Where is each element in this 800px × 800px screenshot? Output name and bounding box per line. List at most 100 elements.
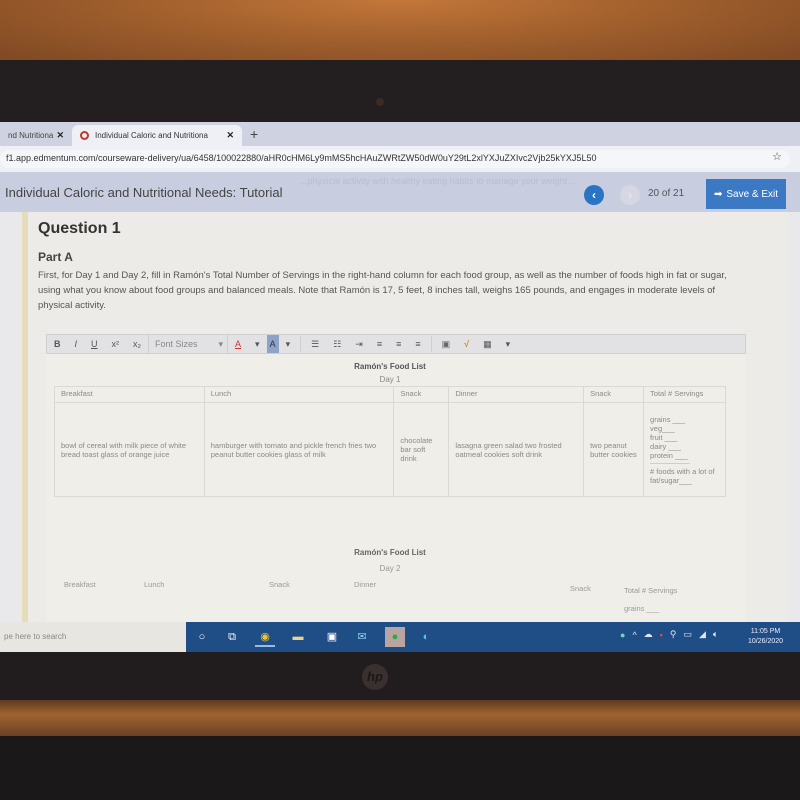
system-clock[interactable]: 11:05 PM 10/26/2020	[748, 627, 783, 647]
totals-divider	[650, 462, 691, 464]
bold-button[interactable]: B	[47, 335, 68, 353]
system-tray: ● ^ ☁ ▪ ⚲ ▭ ◢ 🔈︎	[620, 629, 718, 640]
photo-scene: nd Nutritiona ✕ Individual Caloric and N…	[0, 0, 800, 800]
header-snack-2: Snack	[583, 386, 645, 403]
insert-image-icon[interactable]: ▣	[435, 335, 458, 353]
italic-button[interactable]: I	[68, 335, 85, 353]
url-input[interactable]: f1.app.edmentum.com/courseware-delivery/…	[0, 150, 790, 168]
part-label: Part A	[38, 250, 73, 264]
mail-icon[interactable]: ✉	[352, 627, 372, 647]
hp-logo: hp	[362, 664, 388, 690]
day2-header-lunch: Lunch	[144, 580, 165, 589]
chrome-icon[interactable]: ◉	[255, 627, 275, 647]
browser-tab-bar: nd Nutritiona ✕ Individual Caloric and N…	[0, 122, 800, 146]
answer-editor[interactable]: Ramón's Food List Day 1 Breakfast Lunch …	[46, 354, 746, 652]
header-total-servings: Total # Servings	[643, 386, 726, 403]
spotify-icon[interactable]: ●	[385, 627, 405, 647]
chevron-down-icon[interactable]: ▾	[279, 335, 298, 353]
volume-icon[interactable]: 🔈︎	[713, 629, 718, 640]
chevron-down-icon: ▾	[218, 339, 224, 349]
day2-header-snack: Snack	[269, 580, 290, 589]
tab-individual-caloric[interactable]: Individual Caloric and Nutritiona ✕	[72, 125, 242, 146]
wifi-icon[interactable]: ◢	[699, 629, 706, 640]
clock-time: 11:05 PM	[750, 628, 781, 635]
laptop-bezel-bottom	[0, 652, 800, 702]
align-left-icon[interactable]: ≡	[370, 335, 389, 353]
header-ghost-text: ...physical activity with healthy eating…	[300, 176, 575, 186]
day2-label: Day 2	[379, 564, 401, 573]
tab-label: Individual Caloric and Nutritiona	[95, 131, 208, 140]
font-color-button[interactable]: A	[228, 335, 248, 353]
math-equation-icon[interactable]: √	[457, 335, 476, 353]
editor-toolbar: B I U x² x₂ Font Sizes ▾ A ▾ A ▾ ☰ ☷ ⇥ ≡…	[46, 334, 746, 354]
task-view-icon[interactable]: ⧉	[222, 627, 242, 647]
grains-blank[interactable]: grains ___	[650, 415, 719, 424]
notification-app-icon[interactable]: ▪	[660, 630, 663, 640]
underline-button[interactable]: U	[84, 335, 105, 353]
day1-label: Day 1	[379, 375, 401, 384]
page-current: 20	[648, 188, 660, 199]
side-strip	[22, 212, 28, 652]
snack-2-cell[interactable]: two peanut butter cookies	[583, 402, 645, 497]
previous-page-button[interactable]: ‹	[584, 185, 604, 205]
breakfast-cell[interactable]: bowl of cereal with milk piece of white …	[54, 402, 205, 497]
align-right-icon[interactable]: ≡	[408, 335, 427, 353]
bookmark-star-icon[interactable]: ☆	[772, 150, 782, 163]
bulleted-list-icon[interactable]: ☰	[304, 335, 326, 353]
header-snack: Snack	[393, 386, 450, 403]
toolbar-divider	[430, 336, 432, 352]
fruit-blank[interactable]: fruit ___	[650, 433, 719, 442]
font-size-select[interactable]: Font Sizes ▾	[148, 335, 229, 353]
total-servings-cell[interactable]: grains ___ veg___ fruit ___ dairy ___ pr…	[643, 402, 726, 497]
fat-sugar-blank[interactable]: # foods with a lot of fat/sugar___	[650, 467, 719, 485]
protein-blank[interactable]: protein ___	[650, 451, 719, 460]
next-page-button[interactable]: ›	[620, 185, 640, 205]
day1-meal-row: bowl of cereal with milk piece of white …	[54, 402, 726, 497]
exit-icon: ➡	[713, 188, 723, 200]
chevron-up-icon[interactable]: ^	[632, 630, 636, 640]
laptop-bezel-top	[0, 60, 800, 122]
font-size-label: Font Sizes	[155, 339, 198, 349]
header-dinner: Dinner	[448, 386, 585, 403]
file-explorer-icon[interactable]: ▬	[288, 627, 308, 647]
indent-icon[interactable]: ⇥	[348, 335, 370, 353]
dinner-cell[interactable]: lasagna green salad two frosted oatmeal …	[448, 402, 585, 497]
address-bar-row: f1.app.edmentum.com/courseware-delivery/…	[0, 146, 800, 172]
insert-table-icon[interactable]: ▦	[476, 335, 499, 353]
webcam	[376, 98, 384, 106]
edge-icon[interactable]: ◐	[416, 627, 436, 647]
cortana-icon[interactable]: ○	[192, 627, 212, 647]
chevron-down-icon[interactable]: ▾	[248, 335, 267, 353]
store-icon[interactable]: ▣	[322, 627, 342, 647]
usb-icon[interactable]: ⚲	[670, 629, 677, 640]
save-exit-button[interactable]: ➡ Save & Exit	[706, 179, 786, 209]
day2-header-dinner: Dinner	[354, 580, 377, 589]
align-center-icon[interactable]: ≡	[389, 335, 408, 353]
subscript-button[interactable]: x₂	[126, 335, 148, 353]
lunch-cell[interactable]: hamburger with tomato and pickle french …	[203, 402, 395, 497]
cloud-icon[interactable]: ☁	[644, 629, 653, 640]
veg-blank[interactable]: veg___	[650, 424, 719, 433]
day2-grains-blank[interactable]: grains ___	[624, 604, 659, 613]
user-avatar-icon[interactable]: ●	[620, 630, 625, 640]
superscript-button[interactable]: x²	[105, 335, 127, 353]
background-color-button[interactable]: A	[266, 335, 279, 353]
day2-caption: Ramón's Food List	[354, 548, 426, 557]
taskbar-search-input[interactable]: pe here to search	[0, 622, 186, 652]
header-breakfast: Breakfast	[54, 386, 205, 403]
battery-icon[interactable]: ▭	[683, 629, 692, 640]
close-tab-icon[interactable]: ✕	[226, 130, 234, 141]
numbered-list-icon[interactable]: ☷	[326, 335, 348, 353]
day2-header-total-servings: Total # Servings	[624, 586, 678, 595]
day2-header-snack-2: Snack	[570, 584, 591, 593]
tab-nutrition[interactable]: nd Nutritiona ✕	[0, 125, 72, 146]
close-tab-icon[interactable]: ✕	[56, 130, 64, 141]
background-wall	[0, 0, 800, 62]
dairy-blank[interactable]: dairy ___	[650, 442, 719, 451]
snack-cell[interactable]: chocolate bar soft drink	[393, 402, 450, 497]
day1-food-table: Ramón's Food List Day 1 Breakfast Lunch …	[54, 360, 726, 497]
windows-taskbar: pe here to search ○ ⧉ ◉ ▬ ▣ ✉ ● ◐ ● ^ ☁ …	[0, 622, 800, 652]
new-tab-button[interactable]: +	[250, 126, 258, 142]
chevron-down-icon[interactable]: ▾	[499, 335, 518, 353]
question-prompt: First, for Day 1 and Day 2, fill in Ramó…	[38, 270, 727, 311]
